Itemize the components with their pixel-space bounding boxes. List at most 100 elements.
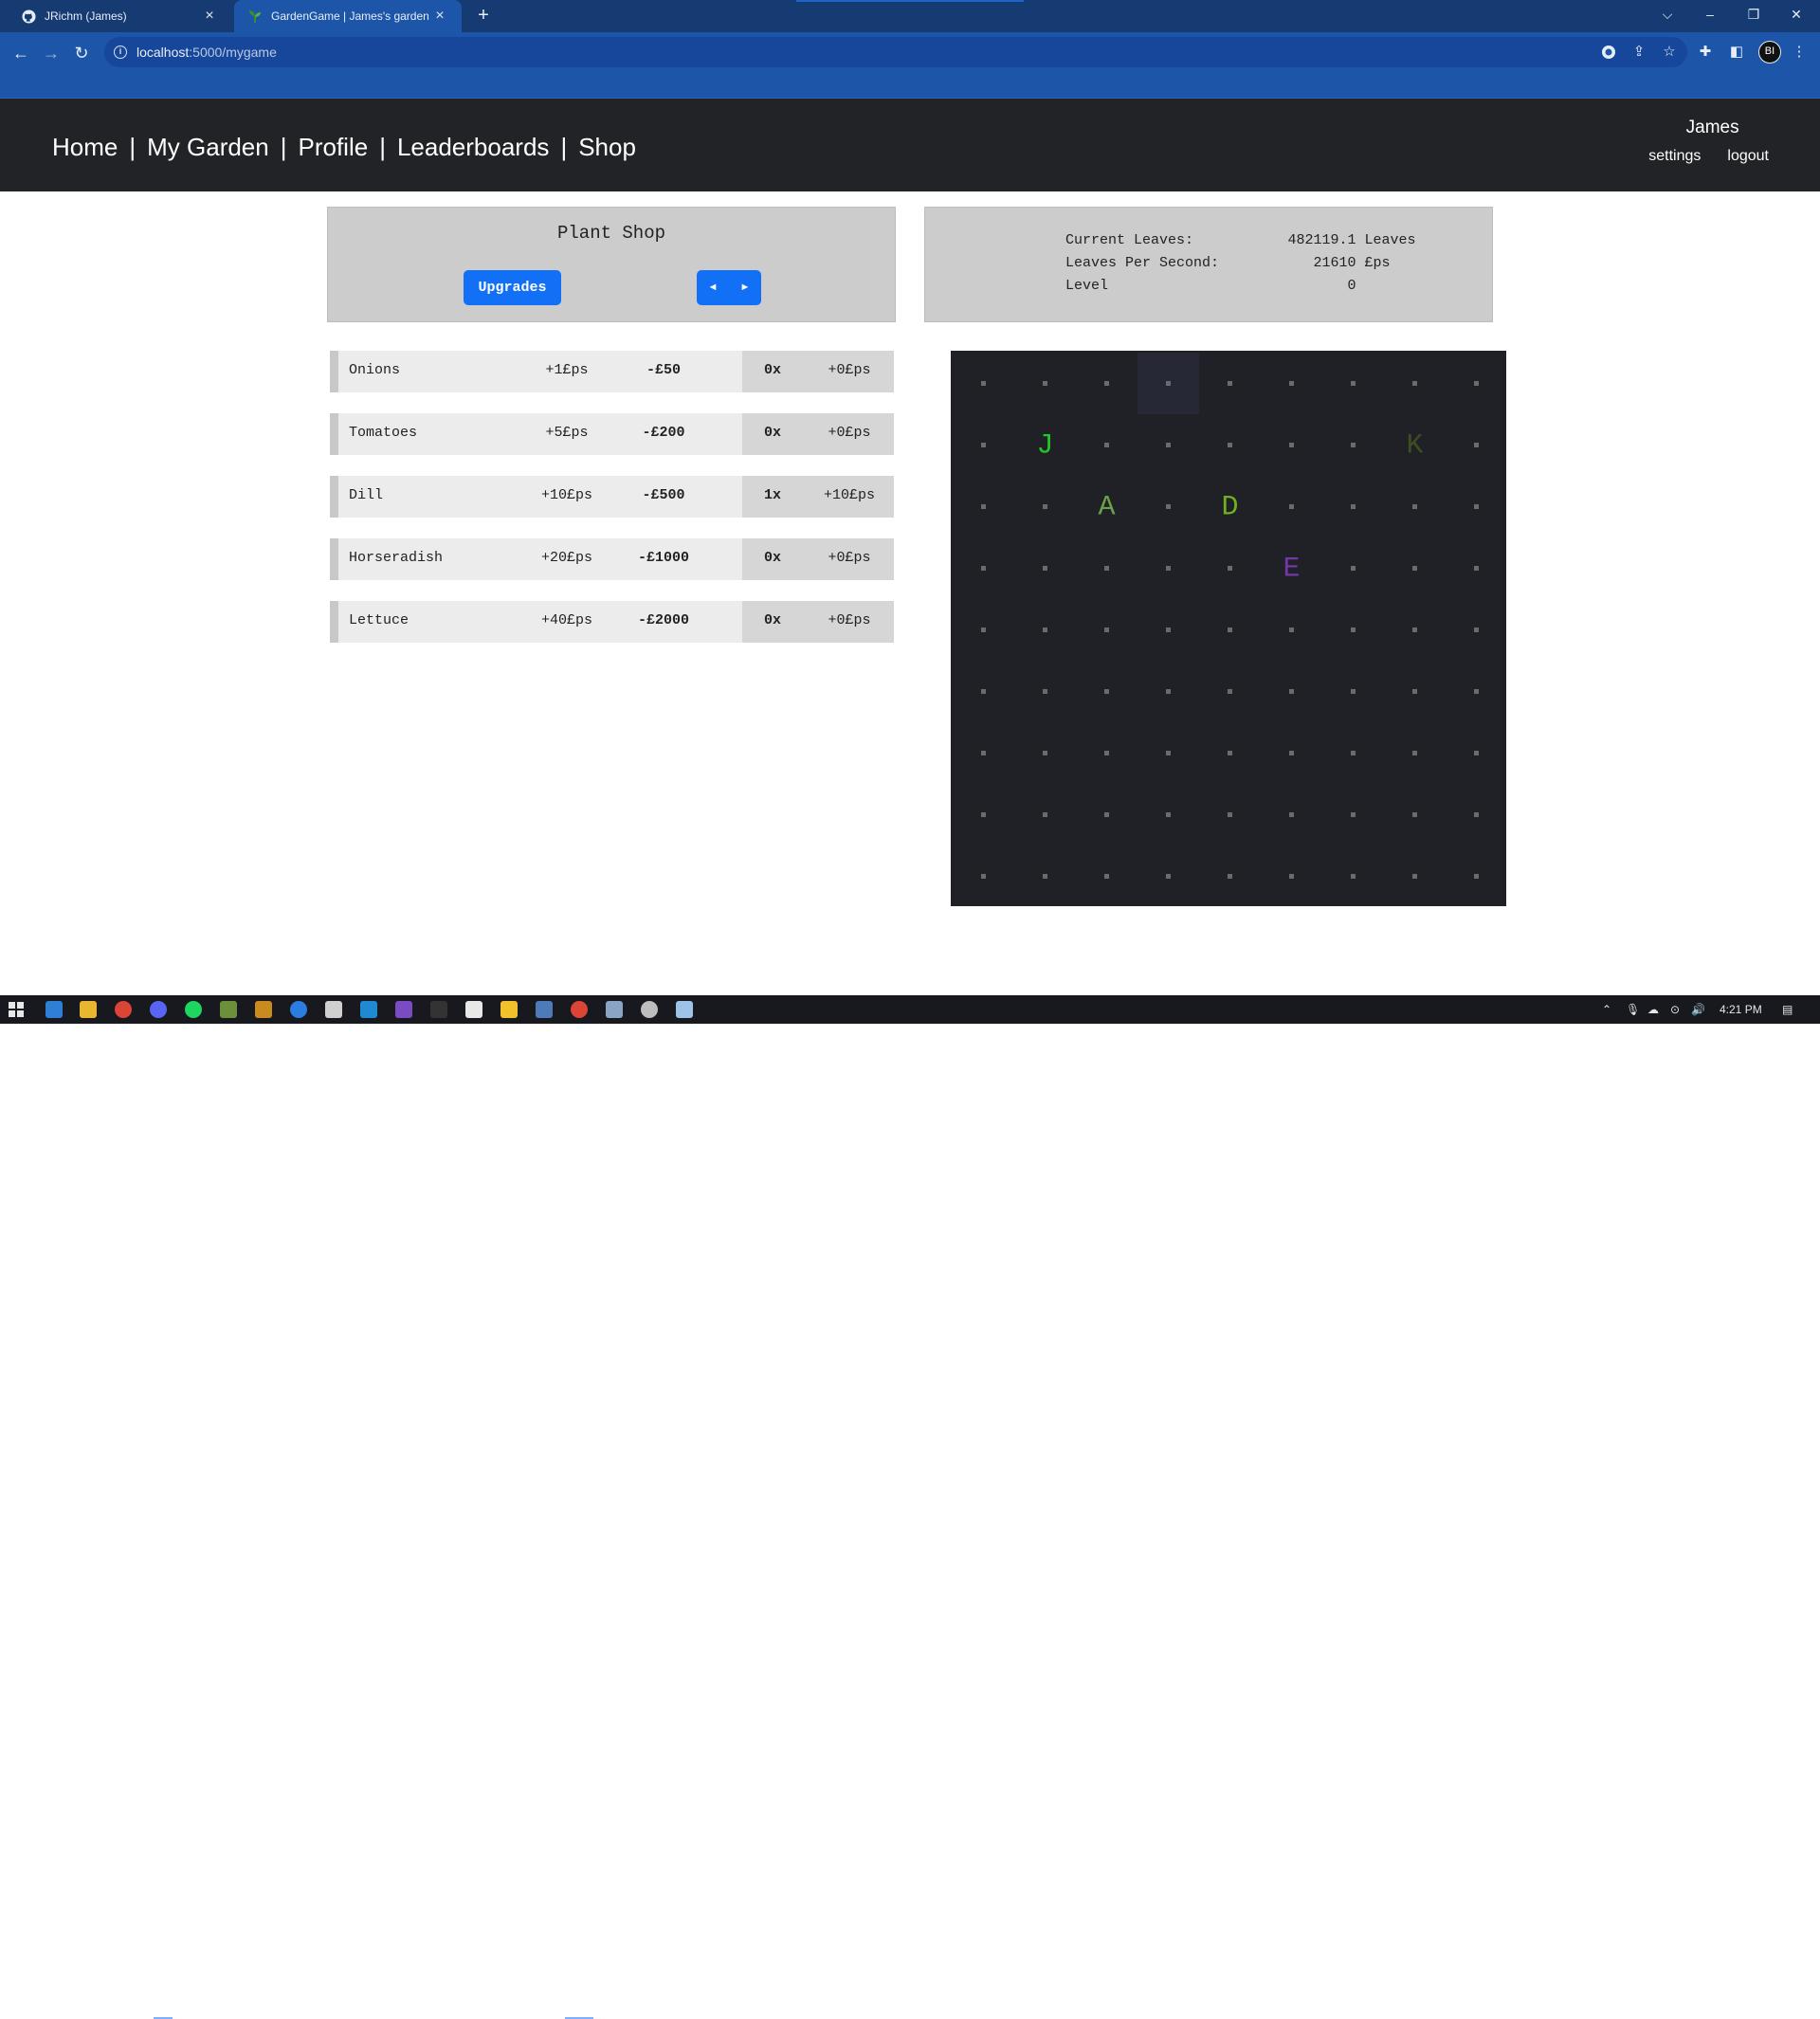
garden-plant-a[interactable]: A — [1098, 491, 1115, 523]
garden-empty-plot[interactable] — [1043, 812, 1047, 817]
tab-github[interactable]: JRichm (James) × — [8, 0, 231, 32]
garden-empty-plot[interactable] — [1351, 443, 1356, 447]
garden-plant-d[interactable]: D — [1221, 491, 1238, 523]
garden-empty-plot[interactable] — [1228, 812, 1232, 817]
garden-empty-plot[interactable] — [1474, 566, 1479, 571]
app-icon[interactable] — [255, 1001, 272, 1018]
garden-empty-plot[interactable] — [981, 628, 986, 632]
network-icon[interactable]: ⊙ — [1670, 995, 1680, 1024]
back-arrow-icon[interactable]: ← — [8, 40, 34, 66]
garden-empty-plot[interactable] — [1166, 874, 1171, 879]
new-tab-plus-icon[interactable]: + — [472, 4, 495, 27]
bookmark-star-icon[interactable]: ☆ — [1658, 41, 1681, 64]
garden-empty-plot[interactable] — [1166, 443, 1171, 447]
garden-grid[interactable]: J K A D E — [951, 351, 1506, 906]
garden-empty-plot[interactable] — [1351, 751, 1356, 755]
garden-empty-plot[interactable] — [1412, 874, 1417, 879]
media-player-icon[interactable] — [290, 1001, 307, 1018]
garden-empty-plot[interactable] — [981, 874, 986, 879]
garden-empty-plot[interactable] — [1351, 566, 1356, 571]
garden-empty-plot[interactable] — [1474, 443, 1479, 447]
garden-empty-plot[interactable] — [1228, 566, 1232, 571]
garden-empty-plot[interactable] — [1228, 689, 1232, 694]
spotify-icon[interactable] — [185, 1001, 202, 1018]
garden-empty-plot[interactable] — [1351, 628, 1356, 632]
git-icon[interactable] — [500, 1001, 518, 1018]
windows-start-icon[interactable] — [9, 1002, 24, 1017]
garden-empty-plot[interactable] — [1289, 689, 1294, 694]
garden-empty-plot[interactable] — [981, 443, 986, 447]
extensions-puzzle-icon[interactable]: ✚ — [1694, 41, 1717, 64]
visual-studio-icon[interactable] — [395, 1001, 412, 1018]
google-lens-icon[interactable] — [1597, 41, 1620, 64]
reload-icon[interactable]: ↻ — [68, 40, 95, 66]
garden-empty-plot[interactable] — [1104, 812, 1109, 817]
nav-home-link[interactable]: Home — [52, 133, 118, 162]
kebab-menu-icon[interactable]: ⋮ — [1788, 41, 1811, 64]
microphone-icon[interactable]: 🎙 — [1626, 995, 1640, 1024]
garden-empty-plot[interactable] — [1228, 874, 1232, 879]
garden-empty-plot[interactable] — [1412, 751, 1417, 755]
garden-empty-plot[interactable] — [1104, 689, 1109, 694]
garden-empty-plot[interactable] — [1043, 628, 1047, 632]
garden-empty-plot[interactable] — [1104, 874, 1109, 879]
garden-empty-plot[interactable] — [1104, 381, 1109, 386]
forward-arrow-icon[interactable]: → — [38, 40, 64, 66]
chrome-icon[interactable] — [115, 1001, 132, 1018]
garden-empty-plot[interactable] — [1166, 381, 1171, 386]
address-bar[interactable]: i localhost:5000/mygame — [104, 37, 1687, 67]
garden-empty-plot[interactable] — [1043, 381, 1047, 386]
garden-canvas[interactable]: J K A D E — [951, 351, 1506, 906]
notepad-icon[interactable] — [676, 1001, 693, 1018]
discord-icon[interactable] — [150, 1001, 167, 1018]
garden-empty-plot[interactable] — [1474, 504, 1479, 509]
garden-empty-plot[interactable] — [1043, 751, 1047, 755]
onedrive-icon[interactable]: ☁ — [1647, 995, 1659, 1024]
garden-empty-plot[interactable] — [1289, 751, 1294, 755]
garden-empty-plot[interactable] — [1474, 628, 1479, 632]
garden-empty-plot[interactable] — [1104, 443, 1109, 447]
terminal-icon[interactable] — [430, 1001, 447, 1018]
garden-empty-plot[interactable] — [1043, 566, 1047, 571]
garden-empty-plot[interactable] — [1351, 689, 1356, 694]
nav-leaderboards-link[interactable]: Leaderboards — [397, 133, 549, 162]
close-icon[interactable]: × — [201, 8, 218, 25]
logout-link[interactable]: logout — [1727, 148, 1769, 165]
plant-row-tomatoes[interactable]: Tomatoes +5£ps -£200 0x +0£ps — [330, 413, 894, 455]
garden-empty-plot[interactable] — [1228, 628, 1232, 632]
garden-empty-plot[interactable] — [981, 689, 986, 694]
settings-link[interactable]: settings — [1648, 148, 1701, 165]
garden-empty-plot[interactable] — [1166, 689, 1171, 694]
garden-empty-plot[interactable] — [1412, 566, 1417, 571]
plant-row-lettuce[interactable]: Lettuce +40£ps -£2000 0x +0£ps — [330, 601, 894, 643]
window-close-icon[interactable]: ✕ — [1775, 0, 1817, 28]
tab-search-chevron-icon[interactable]: ⌵ — [1647, 0, 1688, 28]
garden-empty-plot[interactable] — [981, 504, 986, 509]
garden-empty-plot[interactable] — [1104, 566, 1109, 571]
tray-chevron-icon[interactable]: ⌃ — [1602, 995, 1611, 1024]
garden-empty-plot[interactable] — [1166, 751, 1171, 755]
file-explorer-icon[interactable] — [80, 1001, 97, 1018]
plant-row-horseradish[interactable]: Horseradish +20£ps -£1000 0x +0£ps — [330, 538, 894, 580]
garden-empty-plot[interactable] — [981, 566, 986, 571]
garden-empty-plot[interactable] — [1166, 628, 1171, 632]
clock-time[interactable]: 4:21 PM — [1720, 995, 1762, 1024]
pycharm-icon[interactable] — [465, 1001, 482, 1018]
garden-empty-plot[interactable] — [1228, 443, 1232, 447]
garden-plant-j[interactable]: J — [1036, 429, 1053, 462]
prev-page-arrow-icon[interactable]: ◄ — [697, 270, 729, 305]
garden-empty-plot[interactable] — [1351, 874, 1356, 879]
garden-empty-plot[interactable] — [1043, 504, 1047, 509]
next-page-arrow-icon[interactable]: ► — [729, 270, 761, 305]
garden-empty-plot[interactable] — [1474, 381, 1479, 386]
garden-empty-plot[interactable] — [1412, 381, 1417, 386]
garden-empty-plot[interactable] — [1228, 751, 1232, 755]
garden-empty-plot[interactable] — [981, 381, 986, 386]
garden-empty-plot[interactable] — [981, 751, 986, 755]
database-icon[interactable] — [536, 1001, 553, 1018]
notification-center-icon[interactable]: ▤ — [1782, 995, 1793, 1024]
garden-empty-plot[interactable] — [1412, 504, 1417, 509]
minecraft-icon[interactable] — [220, 1001, 237, 1018]
close-icon[interactable]: × — [431, 8, 448, 25]
garden-empty-plot[interactable] — [1289, 443, 1294, 447]
